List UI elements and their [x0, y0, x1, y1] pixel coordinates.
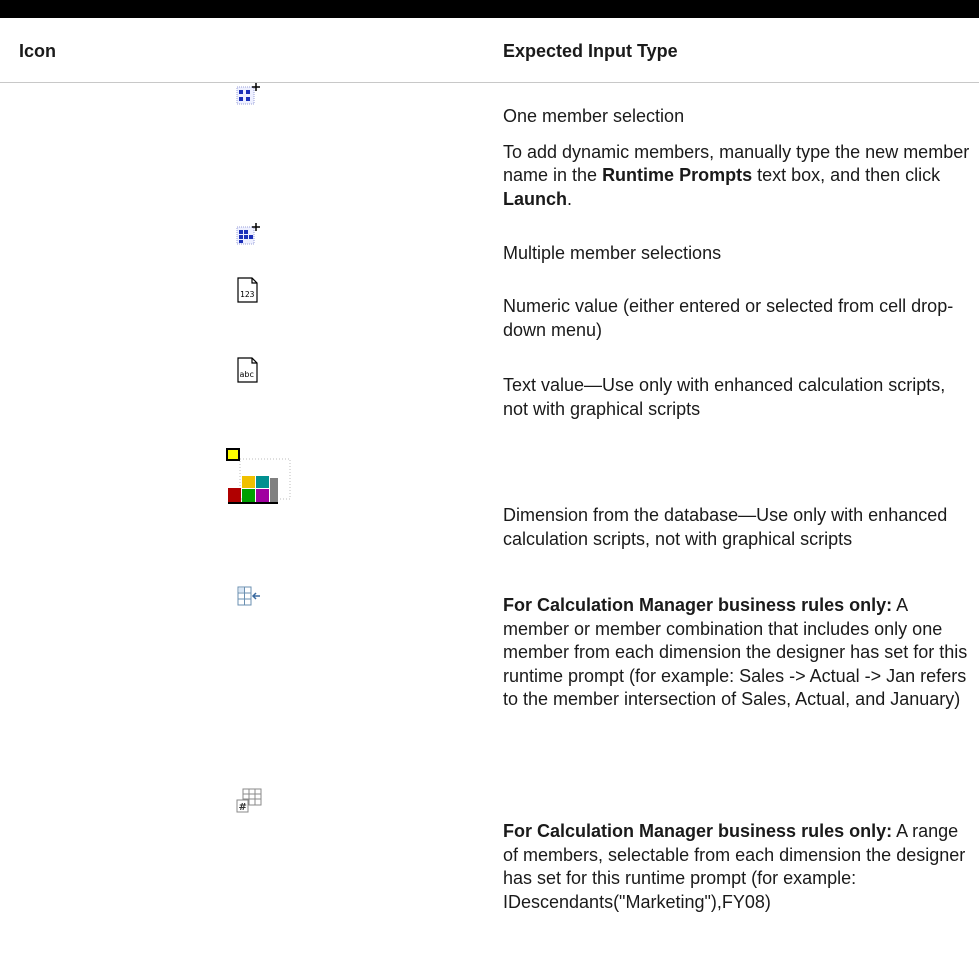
table-row: abc Text value—Use only with enhanced ca…: [0, 352, 979, 442]
cross-dimension-icon: [237, 586, 260, 606]
svg-text:abc: abc: [240, 370, 254, 379]
table-row: For Calculation Manager business rules o…: [0, 580, 979, 788]
member-range-icon: #: [236, 788, 262, 813]
svg-text:#: #: [239, 802, 247, 813]
table-header: Icon Expected Input Type: [0, 18, 979, 83]
table-row: Dimension from the database—Use only wit…: [0, 442, 979, 580]
row-text: Dimension from the database—Use only wit…: [503, 505, 948, 549]
numeric-value-icon: 123: [237, 277, 258, 303]
table-row: 123 Numeric value (either entered or sel…: [0, 272, 979, 352]
row-text: For Calculation Manager business rules o…: [503, 821, 966, 912]
text-value-icon: abc: [237, 357, 258, 383]
input-type-column-header: Expected Input Type: [503, 41, 678, 61]
multiple-member-selection-icon: [236, 223, 260, 245]
table-row: Multiple member selections: [0, 222, 979, 272]
row-text: One member selection: [503, 106, 685, 126]
top-black-bar: [0, 0, 979, 18]
row-text: Text value—Use only with enhanced calcul…: [503, 375, 946, 419]
table-row: # For Calculation Manager business rules…: [0, 788, 979, 968]
icon-column-header: Icon: [19, 41, 57, 61]
row-text: Multiple member selections: [503, 243, 722, 263]
table-row: One member selection To add dynamic memb…: [0, 82, 979, 222]
row-extra-text: To add dynamic members, manually type th…: [503, 141, 970, 209]
one-member-selection-icon: [236, 83, 260, 105]
row-text: Numeric value (either entered or selecte…: [503, 296, 954, 340]
row-text: For Calculation Manager business rules o…: [503, 595, 968, 709]
svg-text:123: 123: [240, 290, 255, 299]
dimension-icon: [226, 448, 291, 504]
